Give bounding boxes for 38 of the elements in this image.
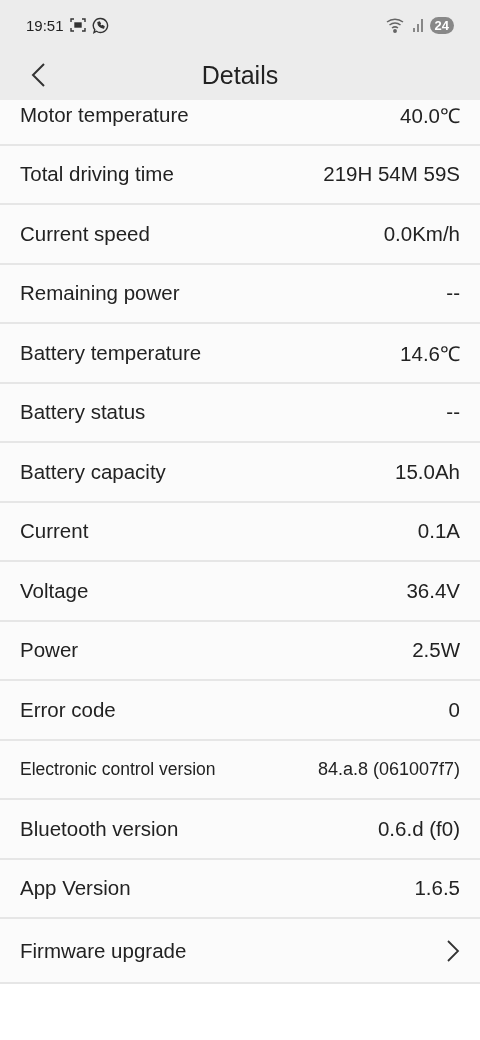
row-label: Battery temperature xyxy=(20,340,202,365)
row-value: 40.0℃ xyxy=(400,102,460,129)
row-label: Battery capacity xyxy=(20,459,166,484)
row-label: Current xyxy=(20,519,89,544)
row-value: 0.6.d (f0) xyxy=(377,816,460,841)
row-label: Total driving time xyxy=(20,162,174,187)
row-value: 2.5W xyxy=(412,638,460,663)
row-label: App Version xyxy=(20,876,131,901)
phone-bubble-icon xyxy=(91,16,109,34)
row-label: Remaining power xyxy=(20,281,180,306)
row-value: -- xyxy=(446,400,460,425)
row-label: Battery status xyxy=(20,400,146,425)
wifi-icon xyxy=(385,17,406,33)
row-value: 15.0Ah xyxy=(395,459,460,484)
row-label: Power xyxy=(20,638,79,663)
row-value: -- xyxy=(446,281,460,306)
row-value: 0.0Km/h xyxy=(383,221,460,246)
row-value: 0.1A xyxy=(417,519,460,544)
row-label: Voltage xyxy=(20,578,89,603)
row-label: Bluetooth version xyxy=(20,816,179,841)
page-title: Details xyxy=(201,60,279,90)
chevron-right-icon xyxy=(446,938,460,963)
row-value: 36.4V xyxy=(406,578,460,603)
row-label: Error code xyxy=(20,697,116,722)
row-value: 219H 54M 59S xyxy=(323,162,460,187)
battery-level: 24 xyxy=(429,16,454,34)
row-label: Current speed xyxy=(20,221,150,246)
row-value: 84.a.8 (061007f7) xyxy=(317,758,460,780)
signal-icon xyxy=(411,18,424,32)
screenshot-icon xyxy=(69,17,86,33)
firmware-upgrade-row[interactable]: Firmware upgrade xyxy=(0,919,480,984)
row-value: 0 xyxy=(448,697,460,722)
row-label: Electronic control version xyxy=(20,758,216,780)
row-label: Motor temperature xyxy=(20,102,189,127)
row-label: Firmware upgrade xyxy=(20,938,187,963)
row-value: 1.6.5 xyxy=(414,876,460,901)
row-value: 14.6℃ xyxy=(400,340,460,367)
status-time: 19:51 xyxy=(26,16,64,34)
